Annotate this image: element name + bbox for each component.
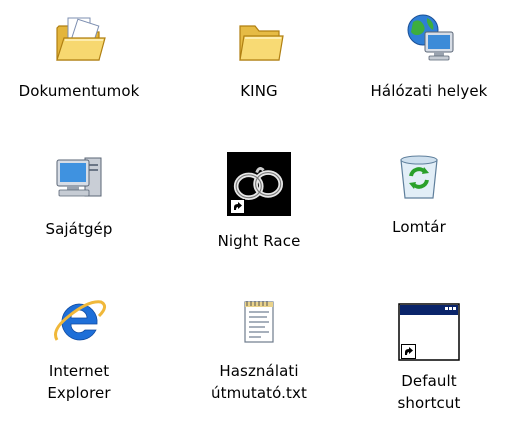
internet-explorer-icon [51, 294, 107, 350]
icon-label: Sajátgép [45, 220, 113, 238]
icon-label: Internet Explorer [47, 362, 111, 402]
default-window-icon [397, 300, 461, 364]
folder-icon [231, 12, 287, 68]
network-places-icon [401, 10, 457, 66]
shortcut-arrow-icon [230, 199, 245, 214]
icon-label: Használati útmutató.txt [211, 362, 307, 402]
recycle-bin-icon [391, 148, 447, 204]
shortcut-arrow-icon [401, 344, 416, 359]
icon-label: KING [240, 82, 278, 100]
desktop-icon-night-race[interactable]: Night Race [184, 152, 334, 252]
my-computer-icon [51, 150, 107, 206]
desktop-icon-dokumentumok[interactable]: Dokumentumok [4, 12, 154, 102]
desktop-icon-lomtar[interactable]: Lomtár [344, 148, 494, 238]
icon-label: Night Race [217, 232, 301, 250]
desktop-icon-halozati-helyek[interactable]: Hálózati helyek [354, 10, 504, 102]
icon-label: Default shortcut [397, 372, 461, 412]
desktop-icon-hasznalati-utmutato[interactable]: Használati útmutató.txt [184, 294, 334, 404]
icon-label: Dokumentumok [18, 82, 140, 100]
desktop-icon-default-shortcut[interactable]: Default shortcut [354, 300, 504, 414]
icon-label: Hálózati helyek [370, 82, 488, 100]
desktop-icon-internet-explorer[interactable]: Internet Explorer [4, 294, 154, 404]
icon-label: Lomtár [392, 218, 446, 236]
desktop-icon-sajatgep[interactable]: Sajátgép [4, 150, 154, 240]
text-file-icon [231, 294, 287, 350]
desktop-icon-king[interactable]: KING [184, 12, 334, 102]
desktop: Dokumentumok KING Hálózati helyek Sajátg… [0, 0, 507, 423]
handcuffs-icon [227, 152, 291, 216]
open-folder-document-icon [51, 12, 107, 68]
